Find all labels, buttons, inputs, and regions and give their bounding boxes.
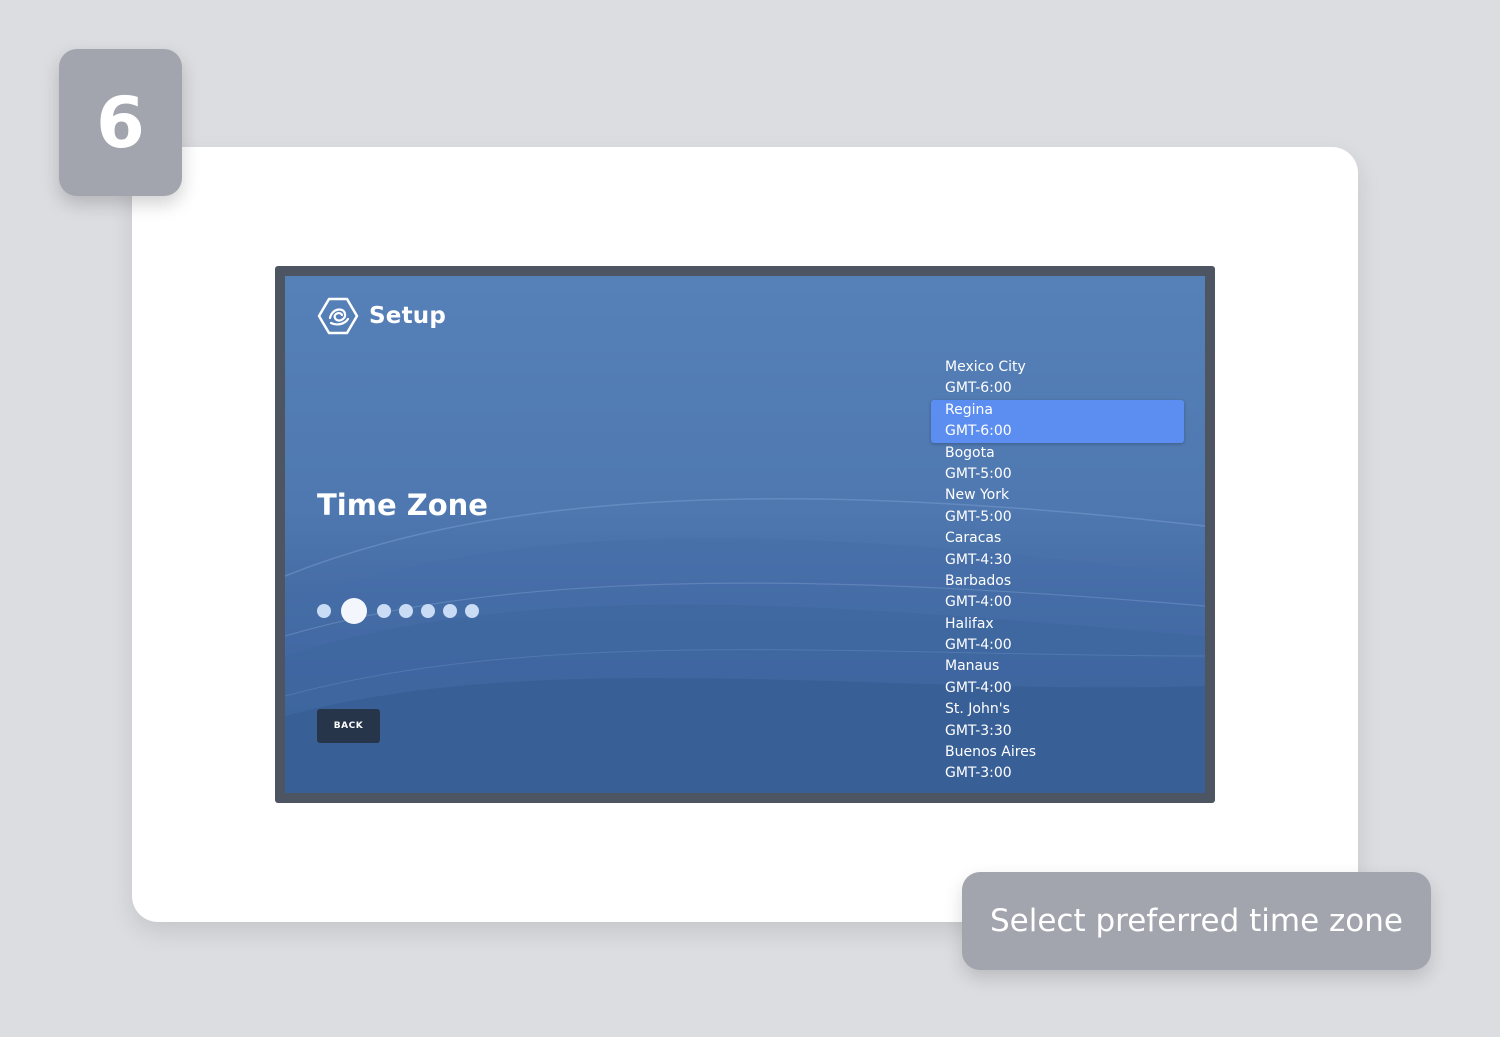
timezone-offset: GMT-6:00 xyxy=(945,423,1012,440)
step-progress-indicator xyxy=(317,598,479,624)
timezone-item[interactable]: Bogota GMT-5:00 xyxy=(931,443,1184,486)
timezone-offset: GMT-4:00 xyxy=(945,637,1012,654)
timezone-city: Buenos Aires xyxy=(945,744,1037,761)
timezone-city: Mexico City xyxy=(945,359,1026,375)
setup-screen: Setup Time Zone BACK Mexico City GMT-6:00… xyxy=(285,276,1205,793)
setup-header: Setup xyxy=(317,296,446,336)
caption-text: Select preferred time zone xyxy=(989,903,1403,939)
timezone-offset: GMT-6:00 xyxy=(945,380,1012,397)
timezone-item-selected[interactable]: Regina GMT-6:00 xyxy=(931,399,1184,443)
timezone-offset: GMT-3:30 xyxy=(945,722,1012,739)
timezone-offset: GMT-3:00 xyxy=(945,765,1012,782)
page-title: Time Zone xyxy=(317,488,488,522)
timezone-city: Halifax xyxy=(945,615,994,632)
back-button[interactable]: BACK xyxy=(317,709,380,743)
progress-dot xyxy=(443,604,457,618)
timezone-item[interactable]: Halifax GMT-4:00 xyxy=(931,614,1184,657)
progress-dot xyxy=(465,604,479,618)
tv-frame: Setup Time Zone BACK Mexico City GMT-6:00… xyxy=(275,266,1215,803)
timezone-city: Barbados xyxy=(945,572,1012,589)
timezone-list[interactable]: Mexico City GMT-6:00 Regina GMT-6:00 Bogota G… xyxy=(931,357,1184,785)
progress-dot xyxy=(399,604,413,618)
timezone-offset: GMT-5:00 xyxy=(945,508,1012,525)
progress-dot-active xyxy=(341,598,367,624)
setup-title: Setup xyxy=(369,303,446,329)
timezone-item[interactable]: St. John's GMT-3:30 xyxy=(931,699,1184,742)
timezone-city: Caracas xyxy=(945,530,1002,547)
timezone-item[interactable]: Mexico City GMT-6:00 xyxy=(931,357,1184,400)
timezone-city: St. John's xyxy=(945,701,1010,718)
timezone-offset: GMT-5:00 xyxy=(945,465,1012,482)
timezone-item[interactable]: Manaus GMT-4:00 xyxy=(931,656,1184,699)
hexagon-logo-icon xyxy=(317,297,359,335)
timezone-item[interactable]: Barbados GMT-4:00 xyxy=(931,571,1184,614)
caption-badge: Select preferred time zone xyxy=(962,872,1431,970)
timezone-offset: GMT-4:30 xyxy=(945,551,1012,568)
timezone-offset: GMT-4:00 xyxy=(945,594,1012,611)
timezone-item[interactable]: Caracas GMT-4:30 xyxy=(931,528,1184,571)
progress-dot xyxy=(317,604,331,618)
timezone-city: Regina xyxy=(945,401,993,418)
progress-dot xyxy=(421,604,435,618)
timezone-city: New York xyxy=(945,487,1010,504)
timezone-city: Bogota xyxy=(945,444,995,461)
timezone-city: Manaus xyxy=(945,658,1000,675)
progress-dot xyxy=(377,604,391,618)
timezone-item[interactable]: Buenos Aires GMT-3:00 xyxy=(931,742,1184,785)
timezone-offset: GMT-4:00 xyxy=(945,679,1012,696)
step-number-badge: 6 xyxy=(59,49,182,196)
timezone-item[interactable]: New York GMT-5:00 xyxy=(931,485,1184,528)
step-number: 6 xyxy=(96,81,145,164)
